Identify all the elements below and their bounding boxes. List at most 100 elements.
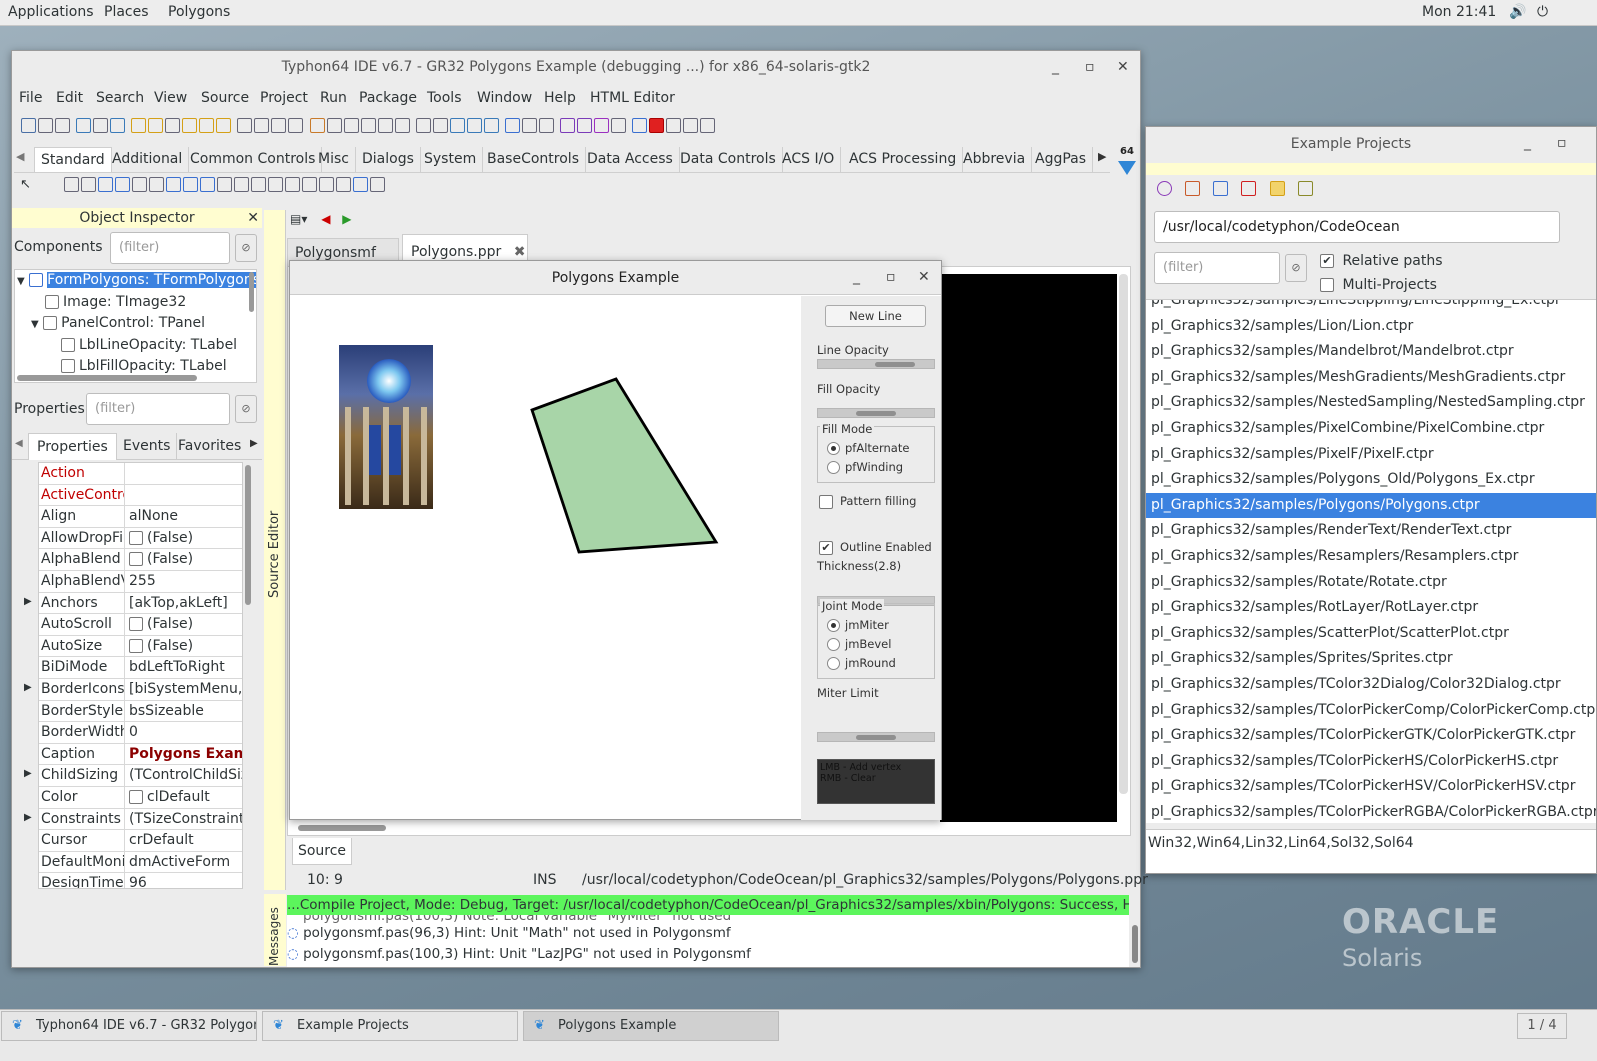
workspace-pager[interactable]: 1 / 4	[1517, 1013, 1567, 1039]
menu-source[interactable]: Source	[201, 90, 249, 106]
app-menu[interactable]: Polygons	[168, 4, 230, 20]
open-icon[interactable]	[76, 118, 92, 133]
windows-icon[interactable]	[483, 118, 499, 133]
tree-item[interactable]: ▼ FormPolygons: TFormPolygons	[15, 270, 256, 292]
close-icon[interactable]: ✕	[918, 261, 930, 293]
checkbox-unchecked-icon[interactable]	[129, 617, 143, 632]
places-menu[interactable]: Places	[104, 4, 149, 20]
project-list-item[interactable]: pl_Graphics32/samples/ScatterPlot/Scatte…	[1146, 621, 1596, 647]
delete-icon[interactable]	[1241, 181, 1257, 196]
menu-search[interactable]: Search	[96, 90, 144, 106]
tools-icon[interactable]	[521, 118, 537, 133]
package-icon[interactable]	[165, 118, 181, 133]
menu-window[interactable]: Window	[477, 90, 532, 106]
tree-item[interactable]: Image: TImage32	[15, 292, 256, 314]
property-value[interactable]	[125, 463, 242, 484]
property-value[interactable]: dmActiveForm	[125, 852, 242, 873]
forward-arrow-icon[interactable]: ▶	[342, 212, 351, 226]
checkbox-unchecked-icon[interactable]	[129, 552, 143, 567]
tree-vscrollbar[interactable]	[249, 272, 254, 312]
step-over-icon[interactable]	[683, 118, 699, 133]
tab-close-icon[interactable]: ✖	[514, 244, 526, 260]
outline-enabled-checkbox[interactable]: ✔ Outline Enabled	[819, 540, 932, 555]
project-list-item[interactable]: pl_Graphics32/samples/Rotate/Rotate.ctpr	[1146, 570, 1596, 596]
tab-additional[interactable]: Additional	[106, 147, 190, 172]
maximize-icon[interactable]: ▫	[886, 261, 896, 293]
project-list-item[interactable]: pl_Graphics32/samples/Polygons_Old/Polyg…	[1146, 467, 1596, 493]
property-row[interactable]: DefaultMonitordmActiveForm	[39, 851, 242, 874]
tactionlist-icon[interactable]	[353, 177, 369, 192]
fill-opacity-slider[interactable]	[817, 408, 935, 418]
expand-arrow-icon[interactable]: ▶	[24, 596, 32, 607]
tab-data-access[interactable]: Data Access	[581, 147, 680, 172]
open-project-icon[interactable]	[1213, 181, 1229, 196]
property-row[interactable]: DesignTimePPI 96	[39, 873, 242, 888]
project-list-item[interactable]: pl_Graphics32/samples/Resamplers/Resampl…	[1146, 544, 1596, 570]
root-path-input[interactable]: /usr/local/codetyphon/CodeOcean	[1154, 211, 1560, 243]
menu-project[interactable]: Project	[260, 90, 308, 106]
taskbar-item-ide[interactable]: ❦ Typhon64 IDE v6.7 - GR32 Polygon...	[1, 1011, 257, 1041]
bookmark-icon[interactable]	[415, 118, 431, 133]
line-opacity-slider[interactable]	[817, 359, 935, 369]
tframe-icon[interactable]	[336, 177, 352, 192]
radio-jmround[interactable]: jmRound	[827, 656, 896, 670]
polygons-titlebar[interactable]: Polygons Example _ ▫ ✕	[290, 261, 941, 295]
tmemo-icon[interactable]	[149, 177, 165, 192]
tree-item[interactable]: ▼ PanelControl: TPanel	[15, 313, 256, 335]
menu-file[interactable]: File	[19, 90, 42, 106]
property-row[interactable]: AutoScroll (False)	[39, 614, 242, 636]
properties-filter-clear-icon[interactable]: ⊘	[235, 395, 257, 423]
lightning-icon[interactable]	[216, 118, 232, 133]
property-row[interactable]: Color clDefault	[39, 786, 242, 809]
polygon-canvas[interactable]	[510, 361, 730, 561]
checkbox-unchecked-icon[interactable]	[129, 638, 143, 653]
property-grid-scrollbar[interactable]	[245, 465, 251, 605]
tbutton-icon[interactable]	[98, 177, 114, 192]
tcheckbox-icon[interactable]	[183, 177, 199, 192]
property-row[interactable]: Action	[39, 463, 242, 485]
components-filter-clear-icon[interactable]: ⊘	[235, 234, 257, 262]
relative-paths-checkbox[interactable]: ✔ Relative paths	[1320, 253, 1442, 269]
back-arrow-icon[interactable]: ◀	[321, 212, 330, 226]
project-list-item[interactable]: pl_Graphics32/samples/MeshGradients/Mesh…	[1146, 365, 1596, 391]
tab-standard[interactable]: Standard	[34, 147, 112, 172]
radio-pfalternate[interactable]: pfAlternate	[827, 441, 909, 455]
tlistbox-icon[interactable]	[217, 177, 233, 192]
palette-left-arrow-icon[interactable]: ◀	[16, 150, 24, 163]
copy-icon[interactable]	[288, 118, 304, 133]
tab-favorites[interactable]: Favorites	[172, 433, 247, 460]
project-list-item[interactable]: pl_Graphics32/samples/Mandelbrot/Mandelb…	[1146, 339, 1596, 365]
property-row[interactable]: Cursor crDefault	[39, 830, 242, 852]
tab-events[interactable]: Events	[117, 433, 178, 460]
tmainmenu-icon[interactable]	[64, 177, 80, 192]
message-line[interactable]: ◌ polygonsmf.pas(100,3) Hint: Unit "LazJ…	[287, 944, 1129, 965]
tree-item[interactable]: LblLineOpacity: TLabel	[15, 335, 256, 357]
project-list-item[interactable]: pl_Graphics32/samples/TColor32Dialog/Col…	[1146, 672, 1596, 698]
step-into-icon[interactable]	[666, 118, 682, 133]
property-value[interactable]: crDefault	[125, 830, 242, 851]
gears-icon[interactable]	[576, 118, 592, 133]
radio-jmmiter[interactable]: jmMiter	[827, 618, 889, 632]
maximize-icon[interactable]: ▫	[1085, 51, 1095, 83]
tab-data-controls[interactable]: Data Controls	[674, 147, 783, 172]
minimize-icon[interactable]: _	[1052, 51, 1059, 83]
layers-icon[interactable]	[466, 118, 482, 133]
property-row[interactable]: Align alNone	[39, 506, 242, 528]
project-list-item[interactable]: pl_Graphics32/samples/RotLayer/RotLayer.…	[1146, 595, 1596, 621]
tpanel-icon[interactable]	[319, 177, 335, 192]
project-list-item[interactable]: pl_Graphics32/samples/Sprites/Sprites.ct…	[1146, 646, 1596, 672]
project-list-item[interactable]: pl_Graphics32/samples/TColorPickerComp/C…	[1146, 698, 1596, 724]
new-dropdown-icon[interactable]	[237, 118, 253, 133]
property-value[interactable]	[125, 485, 242, 506]
step-out-icon[interactable]	[700, 118, 716, 133]
component-tree[interactable]: ▼ FormPolygons: TFormPolygons Image: TIm…	[14, 269, 257, 383]
inspector-tabs-right-icon[interactable]: ▶	[250, 438, 258, 449]
minimize-icon[interactable]: _	[1524, 127, 1531, 159]
property-row[interactable]: ChildSizing(TControlChildSizing)	[39, 765, 242, 787]
messages-scrollbar[interactable]	[1132, 925, 1138, 963]
inspector-tabs-left-icon[interactable]: ◀	[15, 438, 23, 449]
project-list-item[interactable]: pl_Graphics32/samples/PixelF/PixelF.ctpr	[1146, 442, 1596, 468]
menu-edit[interactable]: Edit	[56, 90, 83, 106]
save-all-icon[interactable]	[271, 118, 287, 133]
options-icon[interactable]	[309, 118, 325, 133]
